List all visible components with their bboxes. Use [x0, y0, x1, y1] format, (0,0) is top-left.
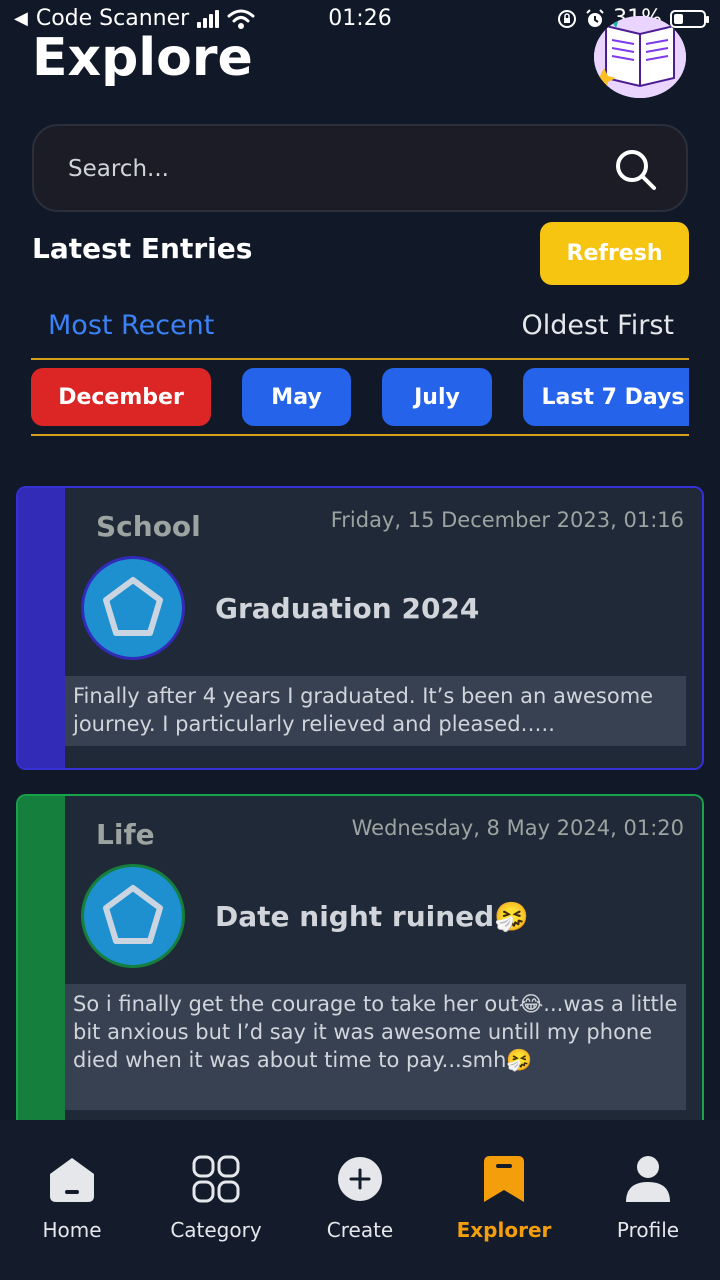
- filter-chip-may[interactable]: May: [242, 368, 351, 426]
- filter-chip-july[interactable]: July: [382, 368, 492, 426]
- filter-chip-december[interactable]: December: [31, 368, 211, 426]
- nav-create[interactable]: Create: [288, 1120, 432, 1280]
- tab-oldest-first[interactable]: Oldest First: [521, 310, 674, 341]
- entry-category: School: [96, 510, 201, 543]
- category-stripe: [18, 488, 65, 768]
- nav-category[interactable]: Category: [144, 1120, 288, 1280]
- pentagon-icon: [103, 577, 163, 636]
- nav-label: Explorer: [456, 1218, 552, 1242]
- nav-label: Create: [326, 1218, 394, 1242]
- nav-home[interactable]: Home: [0, 1120, 144, 1280]
- entry-title: Graduation 2024: [215, 592, 480, 625]
- nav-explorer[interactable]: Explorer: [432, 1120, 576, 1280]
- page-title: Explore: [32, 28, 253, 88]
- entry-card[interactable]: School Friday, 15 December 2023, 01:16 G…: [16, 486, 704, 770]
- category-stripe: [18, 796, 65, 1134]
- search-input[interactable]: [66, 146, 590, 192]
- filter-chip-row[interactable]: December May July Last 7 Days: [31, 358, 689, 436]
- section-title: Latest Entries: [32, 232, 253, 265]
- pentagon-icon: [103, 885, 163, 944]
- entry-card[interactable]: Life Wednesday, 8 May 2024, 01:20 Date n…: [16, 794, 704, 1134]
- entry-date: Wednesday, 8 May 2024, 01:20: [351, 816, 684, 840]
- entry-category: Life: [96, 818, 155, 851]
- bottom-nav: Home Category Create Explorer Profile: [0, 1120, 720, 1280]
- filter-chip-last-7-days[interactable]: Last 7 Days: [523, 368, 689, 426]
- search-icon[interactable]: [614, 148, 658, 192]
- rotation-lock-icon: [558, 9, 577, 28]
- avatar[interactable]: [594, 16, 686, 98]
- person-icon: [626, 1156, 670, 1202]
- entry-excerpt: Finally after 4 years I graduated. It’s …: [65, 676, 686, 746]
- nav-label: Home: [42, 1218, 102, 1242]
- open-book-icon: [594, 16, 686, 98]
- nav-label: Category: [170, 1218, 262, 1242]
- battery-icon: [670, 9, 709, 28]
- entry-excerpt: So i finally get the courage to take her…: [65, 984, 686, 1110]
- tab-most-recent[interactable]: Most Recent: [48, 310, 214, 341]
- plus-circle-icon: [338, 1157, 382, 1201]
- refresh-button[interactable]: Refresh: [540, 222, 689, 285]
- entry-avatar: [81, 864, 185, 968]
- entry-date: Friday, 15 December 2023, 01:16: [330, 508, 684, 532]
- entry-avatar: [81, 556, 185, 660]
- nav-label: Profile: [616, 1218, 680, 1242]
- nav-profile[interactable]: Profile: [576, 1120, 720, 1280]
- grid-icon: [192, 1155, 240, 1203]
- alarm-icon: [586, 8, 604, 27]
- bookmark-icon: [484, 1156, 524, 1202]
- entry-title: Date night ruined🤧: [215, 900, 530, 933]
- search-bar: [32, 124, 688, 212]
- home-icon: [50, 1158, 94, 1202]
